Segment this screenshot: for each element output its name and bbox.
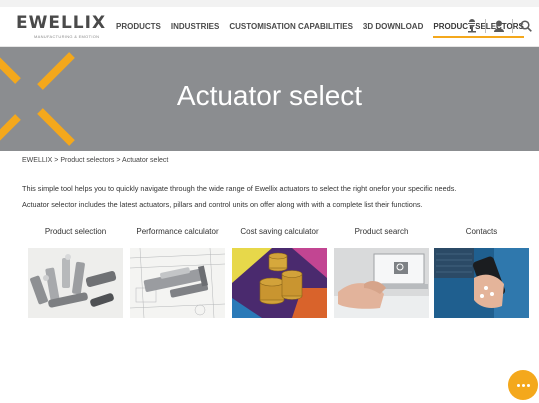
- breadcrumb-ewellix[interactable]: EWELLIX: [22, 157, 52, 164]
- logo-text: EWELLIX: [16, 13, 107, 33]
- user-icon[interactable]: [492, 18, 506, 34]
- technical-drawing-photo: [130, 248, 225, 318]
- search-icon[interactable]: [519, 18, 533, 34]
- nav-products[interactable]: PRODUCTS: [116, 21, 161, 38]
- laptop-search-photo: [334, 248, 429, 318]
- nav-3d-download[interactable]: 3D DOWNLOAD: [363, 21, 423, 38]
- chat-dot: [516, 383, 520, 387]
- chat-dot: [526, 383, 530, 387]
- intro-line-1: This simple tool helps you to quickly na…: [22, 184, 457, 193]
- top-strip: [0, 0, 539, 7]
- card-label: Product selection: [44, 227, 107, 236]
- card-label: Performance calculator: [136, 227, 219, 236]
- intro-line-2: Actuator selector includes the latest ac…: [22, 200, 423, 209]
- page-title: Actuator select: [176, 80, 363, 111]
- ewellix-logo[interactable]: EWELLIX MANUFACTURING & EMOTION: [16, 13, 105, 41]
- breadcrumb: EWELLIX > Product selectors > Actuator s…: [22, 157, 168, 164]
- selector-cards: Product selection Performance calculator: [28, 227, 529, 322]
- header-tools: [465, 18, 533, 34]
- coins-photo: [232, 248, 327, 318]
- logo-tagline: MANUFACTURING & EMOTION: [34, 34, 100, 39]
- card-label: Cost saving calculator: [240, 227, 319, 236]
- card-label: Product search: [354, 227, 409, 236]
- phone-contact-photo: [434, 248, 529, 318]
- divider: [485, 19, 486, 33]
- divider: [512, 19, 513, 33]
- nav-industries[interactable]: INDUSTRIES: [171, 21, 219, 38]
- nav-customisation-capabilities[interactable]: CUSTOMISATION CAPABILITIES: [229, 21, 353, 38]
- breadcrumb-actuator-select: Actuator select: [122, 157, 169, 164]
- chat-icon[interactable]: [508, 370, 538, 400]
- hero-banner: Actuator select: [0, 47, 539, 151]
- site-header: EWELLIX MANUFACTURING & EMOTION PRODUCTS…: [0, 7, 539, 47]
- card-label: Contacts: [465, 227, 498, 236]
- breadcrumb-product-selectors[interactable]: Product selectors: [60, 157, 114, 164]
- actuators-photo: [28, 248, 123, 318]
- breadcrumb-separator: >: [114, 157, 123, 164]
- microphone-icon[interactable]: [465, 18, 479, 34]
- intro-text: This simple tool helps you to quickly na…: [22, 181, 522, 213]
- chat-dot: [521, 383, 525, 387]
